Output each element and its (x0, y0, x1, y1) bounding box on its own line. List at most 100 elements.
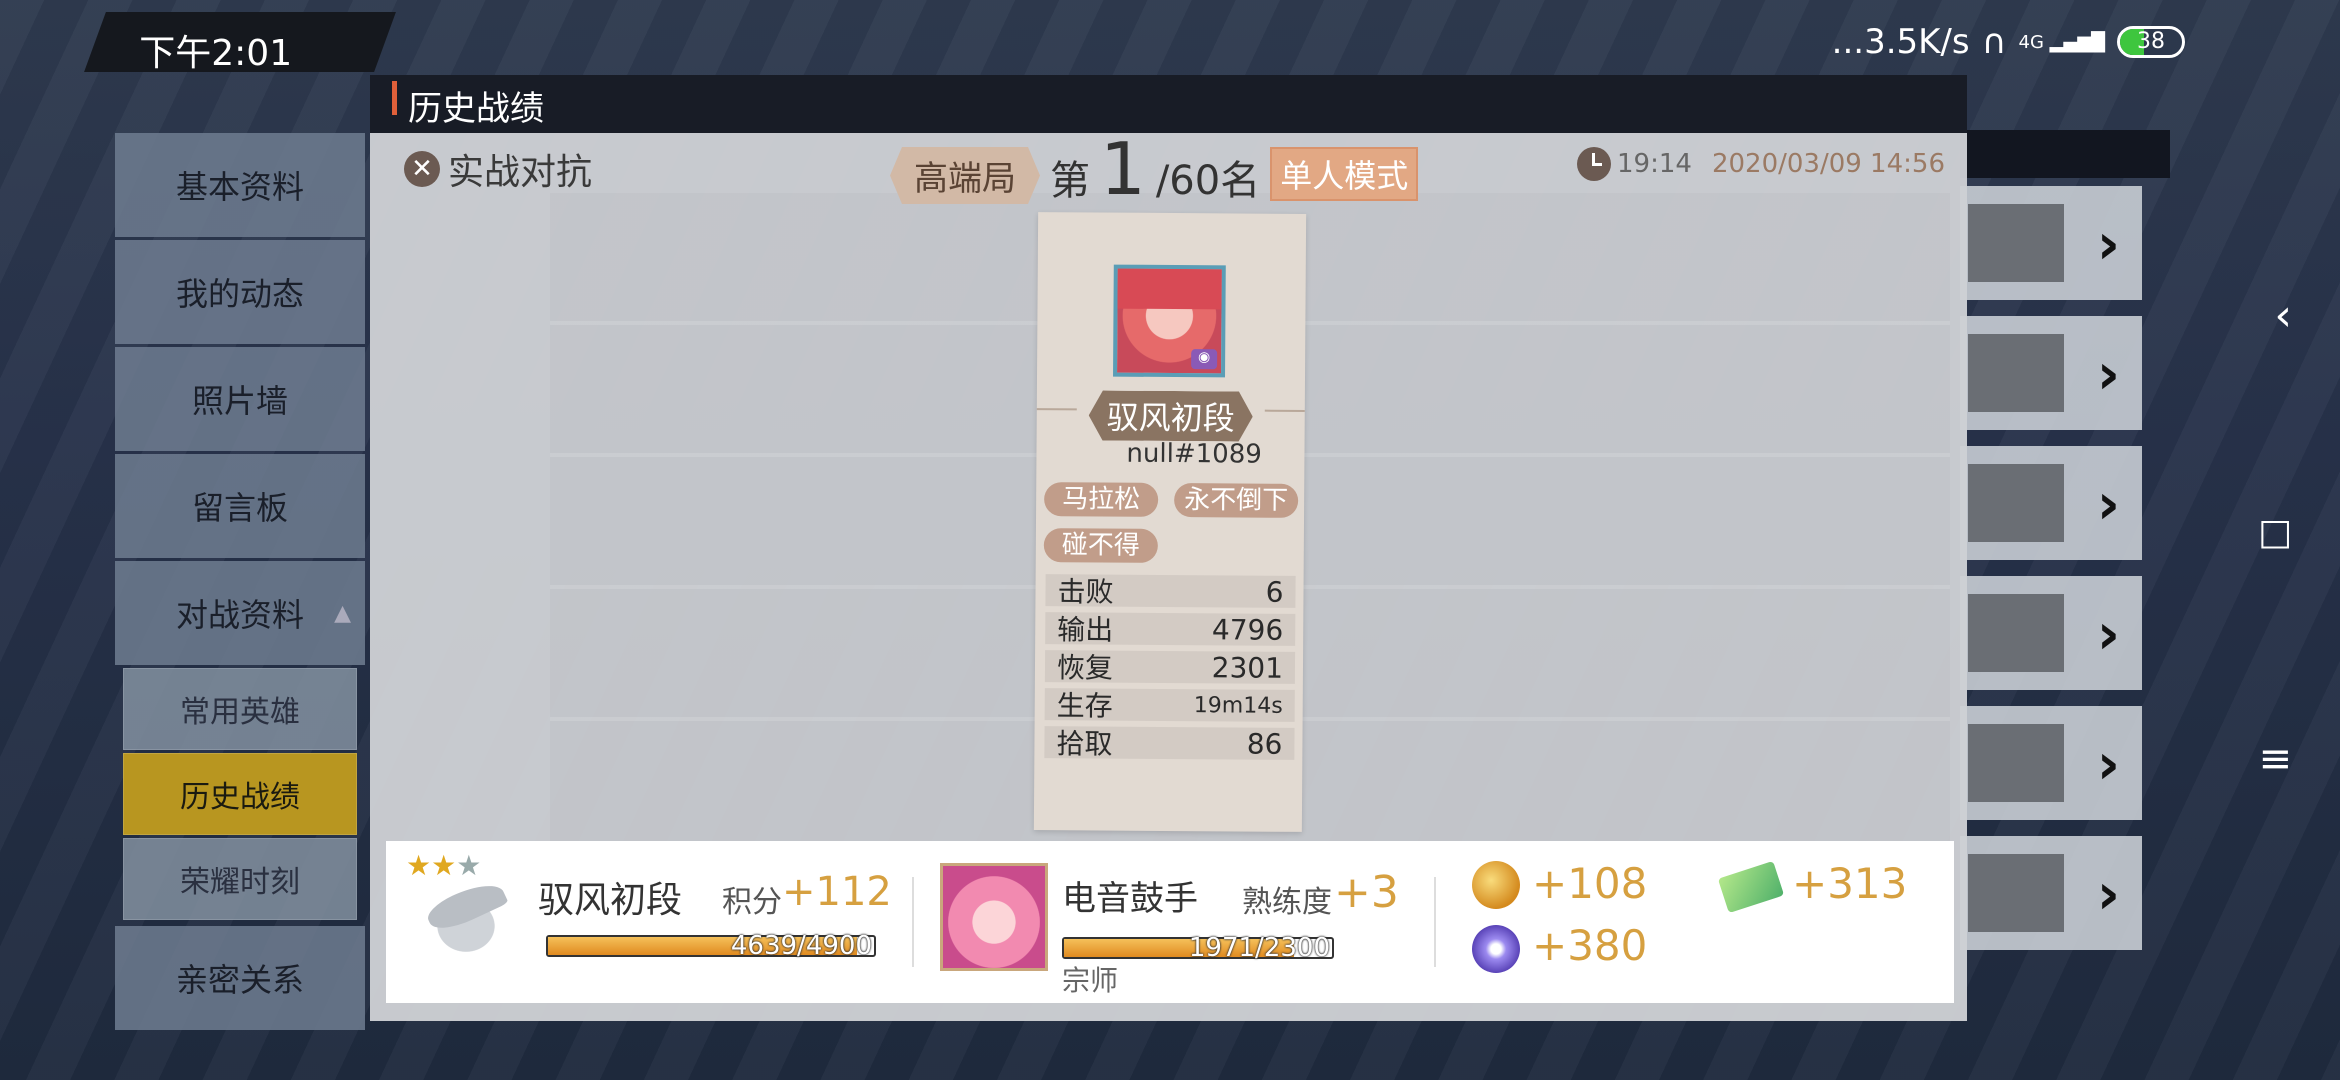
sidebar-item-basic-info[interactable]: 基本资料 (115, 133, 365, 237)
sidebar-item-battle-data[interactable]: 对战资料 ▲ (115, 561, 365, 665)
rewards-panel: ★★★ 驭风初段 积分 +112 4639/4900 电音鼓手 熟练度 +3 1… (386, 841, 1954, 1003)
chevron-up-icon: ▲ (334, 600, 351, 626)
item-slot (1968, 204, 2064, 282)
player-rank-title: 驭风初段 (1089, 390, 1253, 441)
sidebar-item-my-feed[interactable]: 我的动态 (115, 240, 365, 344)
score-delta: +112 (782, 869, 892, 915)
sidebar-item-intimacy[interactable]: 亲密关系 (115, 926, 365, 1030)
tier-tag: 高端局 (890, 147, 1040, 204)
sidebar-subitem-match-history[interactable]: 历史战绩 (123, 753, 357, 835)
hero-progress-text: 1971/2300 (1188, 933, 1330, 963)
stat-value: 6 (1265, 575, 1284, 609)
chevron-right-icon: › (2096, 472, 2120, 537)
proficiency-label: 熟练度 (1242, 885, 1332, 920)
sidebar-subitem-label: 荣耀时刻 (180, 865, 300, 900)
stat-row-damage: 输出 4796 (1045, 612, 1296, 647)
home-icon[interactable]: □ (2258, 512, 2292, 553)
gem-reward: +313 (1792, 859, 1908, 908)
match-duration: 19:14 (1617, 149, 1692, 179)
list-item[interactable]: › (1960, 316, 2142, 430)
sidebar-item-photo-wall[interactable]: 照片墙 (115, 347, 365, 451)
gold-reward: +108 (1532, 859, 1648, 908)
stat-label: 拾取 (1056, 727, 1113, 761)
match-mode-label: 实战对抗 (448, 152, 593, 193)
back-icon[interactable]: ‹ (2274, 290, 2292, 341)
rank-emblem-icon (416, 881, 516, 971)
crossed-swords-icon: ✕ (404, 151, 440, 187)
score-progress-text: 4639/4900 (730, 931, 872, 961)
stat-value: 19m14s (1193, 692, 1283, 719)
rank-prefix: 第 (1050, 158, 1090, 204)
item-slot (1968, 594, 2064, 672)
signal-icon: 4G ▂▄▆█ (2018, 31, 2106, 53)
player-rank-title-wrap: 驭风初段 (1037, 390, 1305, 442)
list-header (1960, 130, 2170, 178)
list-item[interactable]: › (1960, 706, 2142, 820)
item-slot (1968, 334, 2064, 412)
match-detail-modal: ✕ 实战对抗 高端局 第 1 /60名 单人模式 19:14 2020/03/0… (370, 133, 1967, 1021)
stat-row-kills: 击败 6 (1045, 574, 1296, 609)
list-item[interactable]: › (1960, 576, 2142, 690)
stat-label: 恢复 (1056, 651, 1114, 685)
sidebar: 基本资料 我的动态 照片墙 留言板 对战资料 ▲ 常用英雄 历史战绩 荣耀时刻 亲… (115, 133, 365, 1033)
sidebar-item-message-board[interactable]: 留言板 (115, 454, 365, 558)
player-id: null#1089 (1126, 438, 1262, 470)
modal-title: 历史战绩 (408, 89, 544, 129)
item-slot (1968, 854, 2064, 932)
match-time: 19:14 2020/03/09 14:56 (1577, 147, 1945, 181)
status-time-box: 下午2:01 (84, 12, 396, 74)
sidebar-subitem-label: 历史战绩 (180, 780, 300, 815)
list-item[interactable]: › (1960, 446, 2142, 560)
stat-label: 输出 (1057, 613, 1114, 647)
green-gem-icon (1717, 860, 1785, 914)
status-time: 下午2:01 (139, 33, 293, 74)
sidebar-item-label: 我的动态 (175, 275, 304, 313)
avatar-hair (1117, 268, 1222, 310)
hero-portrait[interactable] (940, 863, 1048, 971)
rank-total: /60名 (1155, 158, 1261, 204)
chevron-right-icon: › (2096, 862, 2120, 927)
hero-name: 电音鼓手 (1062, 879, 1198, 919)
reward-rank-name: 驭风初段 (538, 880, 683, 921)
stat-value: 86 (1246, 727, 1283, 761)
stat-row-survival: 生存 19m14s (1044, 688, 1295, 723)
sidebar-subitem-glory-moments[interactable]: 荣耀时刻 (123, 838, 357, 920)
sidebar-item-label: 亲密关系 (175, 961, 304, 999)
eye-icon: ◉ (1191, 349, 1218, 370)
gold-coin-icon (1472, 861, 1520, 909)
clock-icon (1577, 147, 1611, 181)
item-slot (1968, 464, 2064, 542)
rank-line: 高端局 第 1 /60名 单人模式 (890, 133, 1419, 206)
sidebar-item-label: 留言板 (191, 489, 288, 527)
stat-label: 生存 (1056, 689, 1113, 723)
sidebar-subitem-label: 常用英雄 (180, 695, 300, 730)
chevron-right-icon: › (2096, 602, 2120, 667)
stat-value: 4796 (1211, 612, 1284, 647)
modal-title-bar: 历史战绩 (370, 75, 1967, 133)
menu-icon[interactable]: ≡ (2258, 736, 2292, 782)
sidebar-item-label: 基本资料 (175, 168, 304, 206)
status-indicators: ...3.5K/s ∩ 4G ▂▄▆█ 38 (1832, 22, 2185, 62)
title-accent (392, 81, 397, 115)
sidebar-item-label: 对战资料 (175, 596, 304, 634)
list-item[interactable]: › (1960, 836, 2142, 950)
sidebar-item-label: 照片墙 (191, 382, 288, 420)
purple-orb-icon (1472, 925, 1520, 973)
stat-label: 击败 (1057, 575, 1114, 609)
stat-row-pickups: 拾取 86 (1044, 726, 1295, 761)
chevron-right-icon: › (2096, 342, 2120, 407)
divider (912, 877, 914, 967)
score-label: 积分 (722, 885, 782, 920)
item-slot (1968, 724, 2064, 802)
list-item[interactable]: › (1960, 186, 2142, 300)
sidebar-subitem-common-heroes[interactable]: 常用英雄 (123, 668, 357, 750)
proficiency-delta: +3 (1334, 867, 1399, 918)
stat-row-healing: 恢复 2301 (1044, 650, 1296, 685)
hero-progress-bar: 1971/2300 (1062, 933, 1334, 963)
network-speed: ...3.5K/s (1831, 22, 1970, 62)
hero-level: 宗师 (1062, 964, 1119, 997)
match-datetime: 2020/03/09 14:56 (1711, 149, 1945, 179)
avatar[interactable]: ◉ (1113, 264, 1226, 378)
achievement-badge: 永不倒下 (1174, 483, 1299, 518)
headphone-icon: ∩ (1981, 22, 2007, 62)
